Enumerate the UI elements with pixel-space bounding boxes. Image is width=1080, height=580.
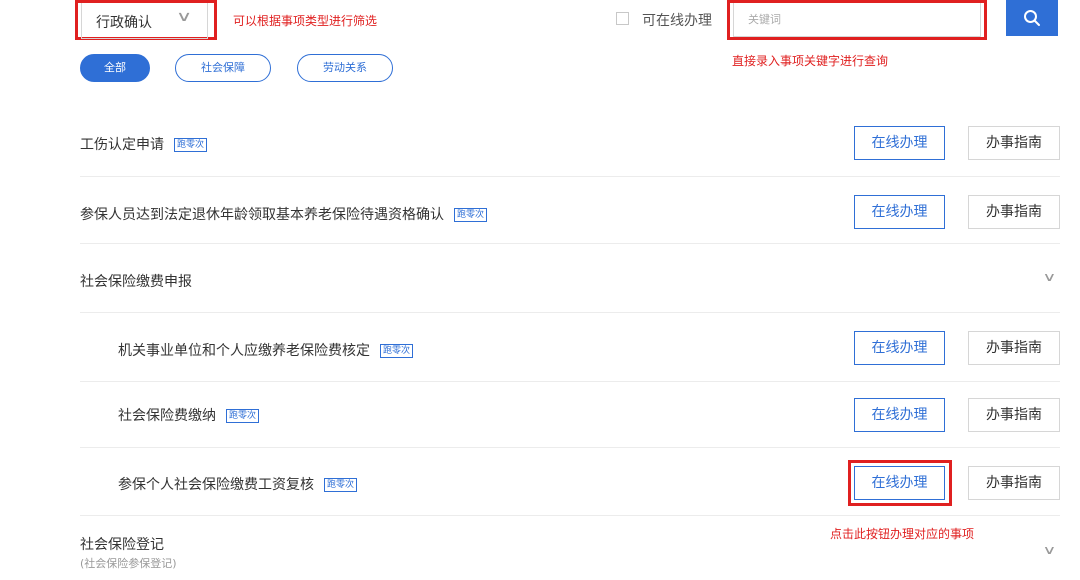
category-pill-all[interactable]: 全部: [80, 54, 150, 82]
online-only-checkbox[interactable]: [616, 12, 629, 25]
list-item: 机关事业单位和个人应缴养老保险费核定 跑零次 在线办理 办事指南: [80, 313, 1060, 382]
item-name[interactable]: 参保个人社会保险缴费工资复核: [118, 477, 314, 493]
item-name[interactable]: 机关事业单位和个人应缴养老保险费核定: [118, 343, 370, 359]
guide-button[interactable]: 办事指南: [968, 466, 1060, 500]
zero-trip-tag: 跑零次: [380, 344, 414, 358]
online-handle-button[interactable]: 在线办理: [854, 398, 945, 432]
category-pill-social-security[interactable]: 社会保障: [175, 54, 271, 82]
search-button[interactable]: [1006, 0, 1058, 36]
group-name[interactable]: 社会保险登记: [80, 534, 164, 554]
type-filter-value: 行政确认: [96, 15, 152, 31]
chevron-down-icon[interactable]: ∨: [1042, 270, 1056, 284]
chevron-down-icon: ∨: [175, 9, 193, 25]
item-name[interactable]: 参保人员达到法定退休年龄领取基本养老保险待遇资格确认: [80, 207, 444, 223]
group-header[interactable]: 社会保险登记 (社会保险参保登记) ∨: [80, 534, 1060, 580]
guide-button[interactable]: 办事指南: [968, 331, 1060, 365]
online-handle-button[interactable]: 在线办理: [854, 331, 945, 365]
online-handle-button[interactable]: 在线办理: [854, 126, 945, 160]
type-filter-select-highlight[interactable]: 行政确认 ∨: [75, 0, 217, 40]
type-filter-select[interactable]: 行政确认 ∨: [81, 3, 208, 39]
zero-trip-tag: 跑零次: [324, 478, 358, 492]
chevron-down-icon[interactable]: ∨: [1042, 543, 1056, 557]
search-input[interactable]: [733, 3, 981, 37]
type-filter-note: 可以根据事项类型进行筛选: [233, 14, 378, 28]
zero-trip-tag: 跑零次: [174, 138, 208, 152]
online-only-label[interactable]: 可在线办理: [642, 10, 712, 30]
search-note: 直接录入事项关键字进行查询: [732, 54, 889, 68]
list-item: 社会保险费缴纳 跑零次 在线办理 办事指南: [80, 382, 1060, 448]
list-item: 参保个人社会保险缴费工资复核 跑零次 在线办理 办事指南: [80, 448, 1060, 516]
list-item: 工伤认定申请 跑零次 在线办理 办事指南: [80, 110, 1060, 177]
list-item: 参保人员达到法定退休年龄领取基本养老保险待遇资格确认 跑零次 在线办理 办事指南: [80, 177, 1060, 244]
guide-button[interactable]: 办事指南: [968, 195, 1060, 229]
item-name[interactable]: 社会保险费缴纳: [118, 408, 216, 424]
zero-trip-tag: 跑零次: [454, 208, 488, 222]
online-handle-button[interactable]: 在线办理: [854, 195, 945, 229]
zero-trip-tag: 跑零次: [226, 409, 260, 423]
search-icon: [1024, 10, 1040, 26]
guide-button[interactable]: 办事指南: [968, 126, 1060, 160]
online-handle-button[interactable]: 在线办理: [854, 466, 945, 500]
group-subtitle: (社会保险参保登记): [80, 557, 177, 570]
search-input-highlight: [727, 0, 987, 40]
group-header[interactable]: 社会保险缴费申报 ∨: [80, 244, 1060, 313]
guide-button[interactable]: 办事指南: [968, 398, 1060, 432]
item-name[interactable]: 工伤认定申请: [80, 137, 164, 153]
group-name[interactable]: 社会保险缴费申报: [80, 271, 192, 291]
category-pill-labor-relations[interactable]: 劳动关系: [297, 54, 393, 82]
